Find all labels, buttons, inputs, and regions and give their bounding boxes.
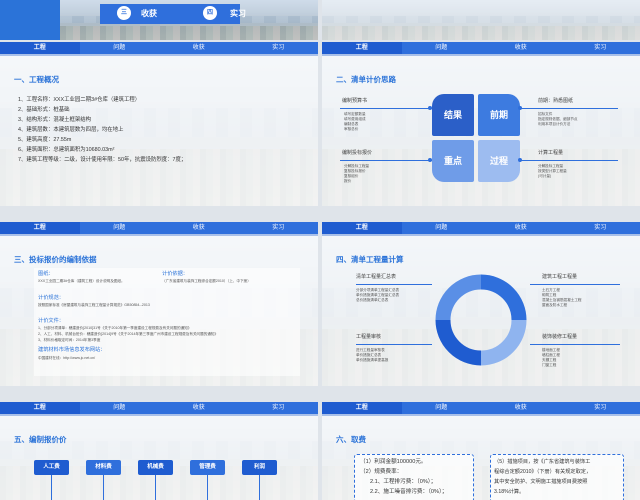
- top-nav: 工程 问题 收获 实习: [322, 42, 640, 54]
- overview-item: 2、基础形式：桩基础: [18, 107, 70, 113]
- slide-2-top[interactable]: [322, 0, 640, 40]
- page-title: 三、投标报价的编制依据: [14, 255, 97, 264]
- slide-project-overview[interactable]: 工程 问题 收获 实习 一、工程概况 1、工程名称：XXX工业园二期3#仓库（建…: [0, 42, 318, 206]
- quadrant-result: 结果: [432, 94, 474, 136]
- tab-internship[interactable]: 实习: [239, 402, 319, 414]
- tab-engineering[interactable]: 工程: [322, 42, 402, 54]
- tab-issues[interactable]: 问题: [402, 222, 482, 234]
- page-title: 六、取费: [336, 435, 366, 444]
- tab-engineering[interactable]: 工程: [0, 402, 80, 414]
- overview-item: 3、结构形式：混凝土框架结构: [18, 117, 92, 123]
- tab-engineering[interactable]: 工程: [0, 222, 80, 234]
- tab-gains[interactable]: 收获: [159, 42, 239, 54]
- label-quantity: 计算工程量: [538, 150, 564, 156]
- tab-issues[interactable]: 问题: [80, 42, 160, 54]
- chip-labor[interactable]: 人工费: [34, 460, 69, 475]
- tab-gains[interactable]: 收获: [481, 222, 561, 234]
- slide-bid-basis[interactable]: 工程 问题 收获 实习 三、投标报价的编制依据 图纸： XXX工业园二期3#仓库…: [0, 222, 318, 386]
- quadrant-early: 前期: [478, 94, 520, 136]
- tab-issues[interactable]: 问题: [402, 402, 482, 414]
- donut-diagram: [435, 274, 527, 366]
- chip-materials[interactable]: 材料费: [86, 460, 121, 475]
- overview-item: 7、建筑工程等级：二级，设计使用年限：50年，抗震设防烈度：7度；: [18, 157, 187, 163]
- quadrant-focus: 重点: [432, 140, 474, 182]
- tab-issues[interactable]: 问题: [402, 42, 482, 54]
- section-label-3: 收获: [141, 9, 157, 18]
- quadrant-process: 过程: [478, 140, 520, 182]
- tab-engineering[interactable]: 工程: [0, 42, 80, 54]
- page-title: 五、编制报价价: [14, 435, 67, 444]
- label-bid: 编制投标报价: [342, 150, 373, 156]
- top-nav: 工程 问题 收获 实习: [322, 222, 640, 234]
- chip-management[interactable]: 管理费: [190, 460, 225, 475]
- tab-gains[interactable]: 收获: [159, 402, 239, 414]
- top-nav: 工程 问题 收获 实习: [0, 42, 318, 54]
- slide-quantity-calc[interactable]: 工程 问题 收获 实习 四、清单工程量计算 清单工程量汇总表 分部分项清单工程量…: [322, 222, 640, 386]
- overview-item: 4、建筑层数：本建筑层数为四层，均在地上: [18, 127, 124, 133]
- page-title: 四、清单工程量计算: [336, 255, 404, 264]
- tab-gains[interactable]: 收获: [481, 42, 561, 54]
- tab-issues[interactable]: 问题: [80, 222, 160, 234]
- label-budget: 编制预算书: [342, 98, 368, 104]
- tab-gains[interactable]: 收获: [159, 222, 239, 234]
- donut-segment: [435, 319, 482, 366]
- tab-gains[interactable]: 收获: [481, 402, 561, 414]
- chip-machinery[interactable]: 机械费: [138, 460, 173, 475]
- section-label-4: 实习: [230, 9, 246, 18]
- label-drawings: 前期：熟悉图纸: [538, 98, 574, 104]
- section-number-4: 四: [203, 6, 217, 20]
- donut-segment: [480, 274, 527, 321]
- top-nav: 工程 问题 收获 实习: [0, 402, 318, 414]
- top-nav: 工程 问题 收获 实习: [322, 402, 640, 414]
- tab-internship[interactable]: 实习: [239, 42, 319, 54]
- section-number-3: 三: [117, 6, 131, 20]
- slide-fees[interactable]: 工程 问题 收获 实习 六、取费 （1）利润金额100000元。 （2）规费费率…: [322, 402, 640, 500]
- tab-internship[interactable]: 实习: [239, 222, 319, 234]
- chip-profit[interactable]: 利润: [242, 460, 277, 475]
- donut-segment: [480, 319, 527, 366]
- blue-accent-block: [0, 0, 60, 40]
- tab-engineering[interactable]: 工程: [322, 402, 402, 414]
- overview-item: 6、建筑面积：总建筑面积为10680.03m²: [18, 147, 115, 153]
- slide-pricing-approach[interactable]: 工程 问题 收获 实习 二、清单计价思路 结果 前期 重点 过程 编制预算书 填…: [322, 42, 640, 206]
- tab-issues[interactable]: 问题: [80, 402, 160, 414]
- overview-item: 5、建筑高度：27.55m: [18, 137, 72, 143]
- top-nav: 工程 问题 收获 实习: [0, 222, 318, 234]
- tab-internship[interactable]: 实习: [561, 42, 640, 54]
- page-title: 二、清单计价思路: [336, 75, 396, 84]
- page-title: 一、工程概况: [14, 75, 59, 84]
- slide-1[interactable]: 三 收获 四 实习: [0, 0, 318, 40]
- tab-internship[interactable]: 实习: [561, 222, 640, 234]
- slide-pricing-compose[interactable]: 工程 问题 收获 实习 五、编制报价价 人工费 材料费 机械费 管理费 利润: [0, 402, 318, 500]
- tab-internship[interactable]: 实习: [561, 402, 640, 414]
- tab-engineering[interactable]: 工程: [322, 222, 402, 234]
- donut-segment: [435, 274, 482, 321]
- overview-item: 1、工程名称：XXX工业园二期3#仓库（建筑工程）: [18, 97, 141, 103]
